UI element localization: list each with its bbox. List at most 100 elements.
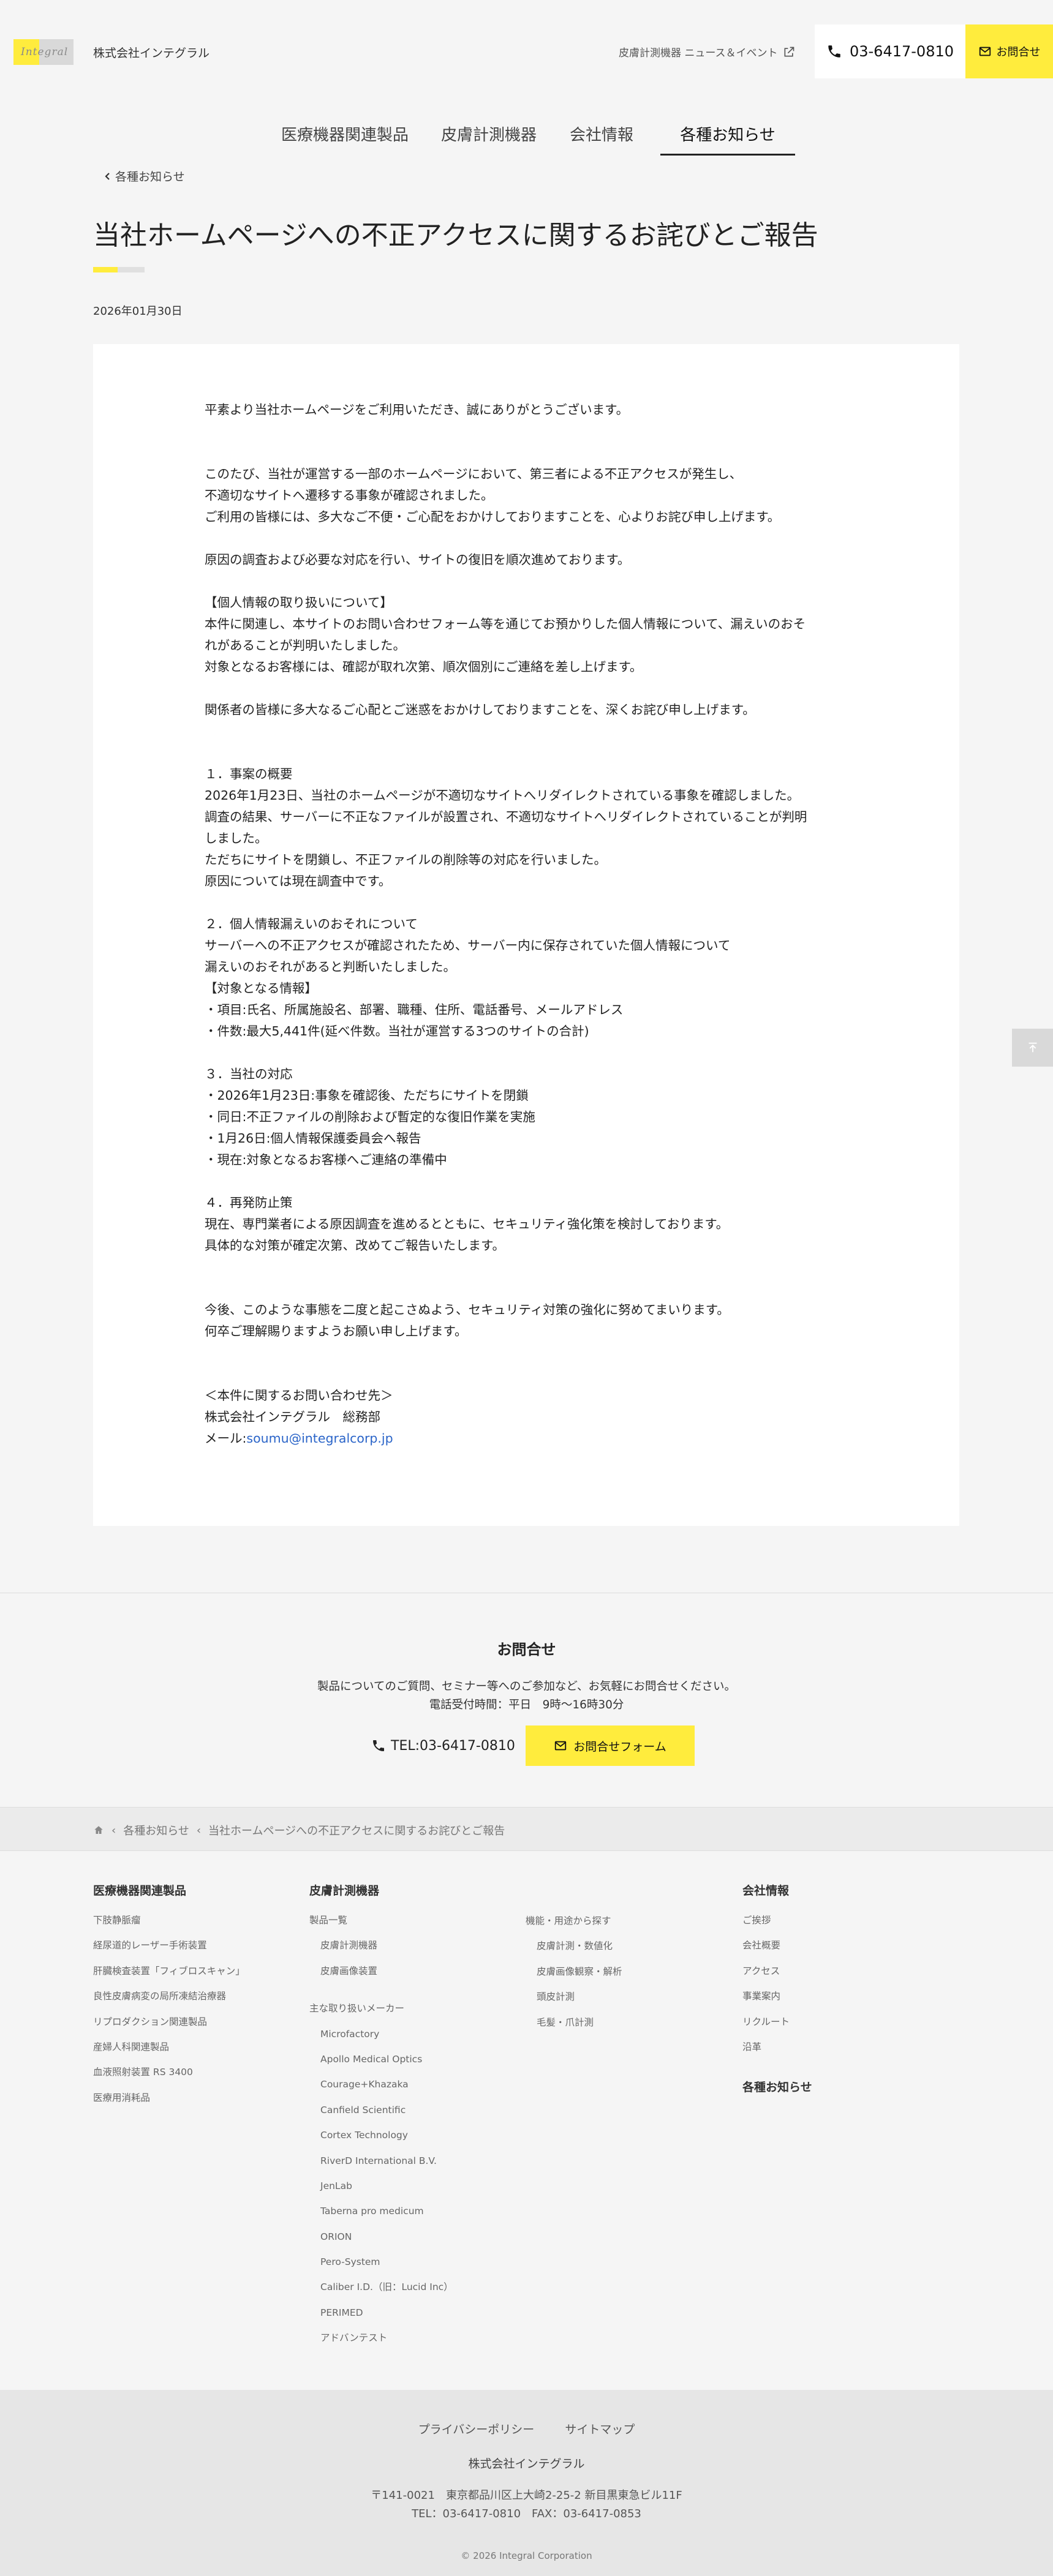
inquiry-mail-link[interactable]: soumu@integralcorp.jp — [246, 1431, 393, 1446]
chevron-left-icon — [105, 172, 110, 180]
footer-link[interactable]: 良性皮膚病変の局所凍結治療器 — [93, 1990, 245, 2015]
nav-company[interactable]: 会社情報 — [565, 122, 638, 156]
header-tel-button[interactable]: 03-6417-0810 — [815, 24, 965, 78]
inquiry-heading: ＜本件に関するお問い合わせ先＞ — [205, 1388, 393, 1403]
inquiry-mail-row: メール:soumu@integralcorp.jp — [205, 1428, 854, 1449]
section1-line: 2026年1月23日、当社のホームページが不適切なサイトへリダイレクトされている… — [205, 788, 800, 803]
footer-link[interactable]: ご挨拶 — [742, 1914, 812, 1939]
nav-news[interactable]: 各種お知らせ — [660, 122, 795, 156]
footer-link[interactable]: RiverD International B.V. — [309, 2155, 453, 2180]
page-top-button[interactable] — [1012, 1029, 1053, 1067]
section1-line: 原因については現在調査中です。 — [205, 874, 391, 888]
footer-group-products[interactable]: 製品一覧 — [309, 1914, 453, 1939]
footer-link[interactable]: アドバンテスト — [309, 2332, 453, 2357]
footer-link[interactable]: Canfield Scientific — [309, 2104, 453, 2129]
footer-link[interactable]: 皮膚計測・数値化 — [526, 1940, 622, 1965]
nav-skin-measurement[interactable]: 皮膚計測機器 — [435, 122, 543, 156]
footer-link[interactable]: 血液照射装置 RS 3400 — [93, 2066, 245, 2091]
article-greeting: 平素より当社ホームページをご利用いただき、誠にありがとうございます。 — [205, 402, 629, 417]
mail-icon — [979, 47, 991, 56]
footer-link[interactable]: 産婦人科関連製品 — [93, 2041, 245, 2066]
inquiry-mail-label: メール: — [205, 1431, 247, 1446]
footer-link[interactable]: リプロダクション関連製品 — [93, 2016, 245, 2041]
footer-col-skin: 皮膚計測機器 製品一覧 皮膚計測機器 皮膚画像装置 主な取り扱いメーカー Mic… — [309, 1882, 453, 2357]
footer-link[interactable]: Taberna pro medicum — [309, 2205, 453, 2230]
personal-info-line: 【個人情報の取り扱いについて】 — [205, 595, 393, 610]
post-date: 2026年01月30日 — [93, 305, 183, 318]
sitemap-link[interactable]: サイトマップ — [565, 2423, 635, 2436]
home-icon[interactable] — [93, 1825, 104, 1836]
personal-info-line: れがあることが判明いたしました。 — [205, 638, 406, 653]
footer-link[interactable]: 皮膚計測機器 — [309, 1939, 453, 1964]
company-name-link[interactable]: 株式会社インテグラル — [93, 44, 209, 61]
header-contact-button[interactable]: お問合せ — [965, 24, 1053, 78]
footer-link[interactable]: Apollo Medical Optics — [309, 2053, 453, 2078]
footer-link[interactable]: 事業案内 — [742, 1990, 812, 2015]
breadcrumb-separator: ‹ — [196, 1823, 202, 1837]
contact-form-button[interactable]: お問合せフォーム — [526, 1725, 695, 1766]
footer-group-function[interactable]: 機能・用途から探す — [526, 1915, 622, 1940]
breadcrumb-news[interactable]: 各種お知らせ — [123, 1822, 189, 1838]
footer-link[interactable]: ORION — [309, 2231, 453, 2256]
section2-line: 【対象となる情報】 — [205, 981, 317, 996]
footer-link[interactable]: 沿革 — [742, 2041, 812, 2066]
footer-link[interactable]: 毛髪・爪計測 — [526, 2016, 622, 2041]
footer-link[interactable]: 経尿道的レーザー手術装置 — [93, 1939, 245, 1964]
back-link[interactable]: 各種お知らせ — [104, 168, 185, 184]
footer-link[interactable]: Pero-System — [309, 2256, 453, 2281]
footer-link[interactable]: 皮膚画像観察・解析 — [526, 1966, 622, 1991]
footer-link[interactable]: アクセス — [742, 1965, 812, 1990]
footer-link[interactable]: リクルート — [742, 2016, 812, 2041]
section2-heading: ２．個人情報漏えいのおそれについて — [205, 917, 418, 931]
breadcrumb-current: 当社ホームページへの不正アクセスに関するお詫びとご報告 — [208, 1825, 505, 1838]
section4-heading: ４．再発防止策 — [205, 1195, 293, 1210]
footer-link[interactable]: 医療用消耗品 — [93, 2092, 245, 2117]
recovery-text: 原因の調査および必要な対応を行い、サイトの復旧を順次進めております。 — [205, 552, 630, 567]
footer-link[interactable]: Caliber I.D.（旧：Lucid Inc） — [309, 2281, 453, 2306]
nav-medical-devices[interactable]: 医療機器関連製品 — [270, 122, 420, 156]
footer-link[interactable]: JenLab — [309, 2180, 453, 2205]
contact-tel-link[interactable]: TEL:03-6417-0810 — [371, 1725, 515, 1766]
contact-section: お問合せ 製品についてのご質問、セミナー等へのご参加など、お気軽にお問合せくださ… — [0, 1593, 1053, 1807]
footer-link[interactable]: 下肢静脈瘤 — [93, 1914, 245, 1939]
back-link-label: 各種お知らせ — [115, 170, 185, 184]
inquiry-dept: 株式会社インテグラル 総務部 — [205, 1410, 380, 1424]
section1-line: ただちにサイトを閉鎖し、不正ファイルの削除等の対応を行いました。 — [205, 852, 606, 867]
header-tel-number: 03-6417-0810 — [849, 43, 954, 60]
footer-heading-skin[interactable]: 皮膚計測機器 — [309, 1882, 453, 1898]
intro-line: ご利用の皆様には、多大なご不便・ご心配をおかけしておりますことを、心よりお詫び申… — [205, 509, 780, 524]
footer-heading-medical[interactable]: 医療機器関連製品 — [93, 1882, 245, 1898]
footer-group-makers[interactable]: 主な取り扱いメーカー — [309, 2002, 453, 2027]
footer-link[interactable]: PERIMED — [309, 2307, 453, 2332]
section2-line: ・項目:氏名、所属施設名、部署、職種、住所、電話番号、メールアドレス — [205, 1002, 624, 1017]
footer-telfax: TEL：03-6417-0810 FAX：03-6417-0853 — [412, 2507, 641, 2520]
footer-heading-company[interactable]: 会社情報 — [742, 1882, 812, 1898]
footer-link[interactable]: 会社概要 — [742, 1939, 812, 1964]
footer-bottom-links: プライバシーポリシー サイトマップ — [0, 2420, 1053, 2437]
footer-link[interactable]: Courage+Khazaka — [309, 2078, 453, 2103]
footer-link[interactable]: 肝臓検査装置「フィブロスキャン」 — [93, 1965, 245, 1990]
title-underline-accent — [93, 267, 118, 272]
news-events-link[interactable]: 皮膚計測機器 ニュース＆イベント — [619, 44, 795, 59]
intro-line: 不適切なサイトへ遷移する事象が確認されました。 — [205, 488, 494, 503]
page-title: 当社ホームページへの不正アクセスに関するお詫びとご報告 — [93, 220, 818, 251]
footer-heading-news[interactable]: 各種お知らせ — [742, 2078, 812, 2095]
contact-tel-number: TEL:03-6417-0810 — [391, 1738, 515, 1754]
footer-link[interactable]: 頭皮計測 — [526, 1991, 622, 2016]
footer-link[interactable]: Microfactory — [309, 2028, 453, 2053]
site-logo[interactable]: Integral — [13, 39, 74, 65]
footer-link[interactable]: 皮膚画像装置 — [309, 1965, 453, 1990]
personal-info-line: 対象となるお客様には、確認が取れ次第、順次個別にご連絡を差し上げます。 — [205, 659, 643, 674]
breadcrumb-separator: ‹ — [111, 1823, 116, 1837]
privacy-policy-link[interactable]: プライバシーポリシー — [418, 2423, 535, 2436]
footer-link[interactable]: Cortex Technology — [309, 2129, 453, 2154]
